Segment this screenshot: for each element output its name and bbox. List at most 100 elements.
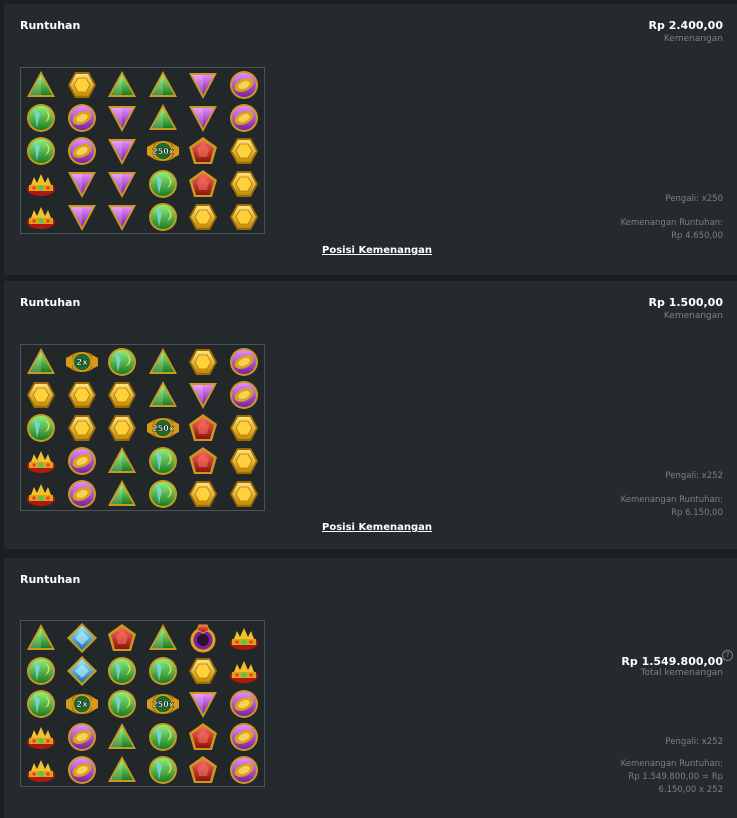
green-triangle-icon (21, 621, 62, 654)
winning-positions-link[interactable]: Posisi Kemenangan (322, 245, 432, 256)
red-pentagon-icon (183, 444, 224, 477)
cascade-win-label: Kemenangan Runtuhan: (620, 759, 723, 769)
gold-hexagon-icon (224, 444, 265, 477)
red-crown-icon (21, 200, 62, 233)
win-label: Kemenangan (663, 34, 723, 44)
red-pentagon-icon (183, 720, 224, 753)
cascade-win-value: Rp 6.150,00 (671, 508, 723, 518)
green-scarab-icon (143, 753, 184, 786)
purple-scarab-icon (224, 720, 265, 753)
multiplier-label: 250x (152, 700, 175, 709)
multiplier-label: 250x (152, 424, 175, 433)
symbol-grid: 250x (20, 67, 265, 234)
cascade-win-label: Kemenangan Runtuhan: (620, 218, 723, 228)
gold-hexagon-icon (102, 378, 143, 411)
cascade-panel-2: Runtuhan Rp 1.500,00 Kemenangan 2x 250x P… (4, 281, 737, 549)
purple-scarab-icon (62, 134, 103, 167)
purple-scarab-icon (62, 477, 103, 510)
green-scarab-icon (21, 101, 62, 134)
red-pentagon-icon (183, 134, 224, 167)
purple-scarab-icon (224, 68, 265, 101)
green-triangle-icon (102, 444, 143, 477)
green-triangle-icon (102, 720, 143, 753)
purple-scarab-icon (62, 101, 103, 134)
gold-hexagon-icon (183, 200, 224, 233)
purple-triangle-icon (102, 101, 143, 134)
purple-triangle-icon (62, 167, 103, 200)
green-scarab-icon (143, 444, 184, 477)
panel-title: Runtuhan (20, 19, 81, 32)
purple-triangle-icon (102, 134, 143, 167)
gold-hexagon-icon (224, 411, 265, 444)
green-scarab-icon (102, 345, 143, 378)
cascade-win-value: Rp 4.650,00 (671, 231, 723, 241)
green-scarab-icon (143, 167, 184, 200)
green-triangle-icon (102, 753, 143, 786)
purple-triangle-icon (183, 687, 224, 720)
green-scarab-icon (21, 134, 62, 167)
multiplier-250-icon: 250x (143, 687, 184, 720)
win-amount: Rp 2.400,00 (648, 19, 723, 32)
purple-scarab-icon (62, 720, 103, 753)
purple-scarab-icon (224, 101, 265, 134)
purple-scarab-icon (224, 687, 265, 720)
cascade-win-formula-cont: 6.150,00 x 252 (658, 785, 723, 795)
multiplier-2-icon: 2x (62, 687, 103, 720)
red-pentagon-icon (183, 167, 224, 200)
green-triangle-icon (143, 68, 184, 101)
cascade-win-formula: Rp 1.549.800,00 = Rp (628, 772, 723, 782)
green-triangle-icon (102, 68, 143, 101)
purple-triangle-icon (183, 68, 224, 101)
green-scarab-icon (21, 687, 62, 720)
multiplier-label: 2x (76, 700, 88, 710)
green-scarab-icon (143, 477, 184, 510)
purple-triangle-icon (183, 378, 224, 411)
panel-title: Runtuhan (20, 573, 81, 586)
green-scarab-icon (143, 200, 184, 233)
red-crown-icon (21, 477, 62, 510)
purple-scarab-icon (224, 378, 265, 411)
red-pentagon-icon (102, 621, 143, 654)
multiplier-text: Pengali: x252 (665, 471, 723, 481)
gold-hexagon-icon (21, 378, 62, 411)
green-triangle-icon (143, 345, 184, 378)
red-pentagon-icon (183, 753, 224, 786)
gold-hexagon-icon (224, 477, 265, 510)
green-scarab-icon (143, 720, 184, 753)
purple-scarab-icon (224, 345, 265, 378)
blue-diamond-icon (62, 654, 103, 687)
green-triangle-icon (21, 345, 62, 378)
red-crown-icon (21, 444, 62, 477)
green-scarab-icon (102, 687, 143, 720)
gold-hexagon-icon (224, 167, 265, 200)
cascade-panel-1: Runtuhan Rp 2.400,00 Kemenangan 250x Pen… (4, 4, 737, 275)
red-crown-icon (21, 167, 62, 200)
help-icon[interactable]: ? (722, 650, 733, 661)
red-ring-icon (183, 621, 224, 654)
purple-triangle-icon (183, 101, 224, 134)
winning-positions-link[interactable]: Posisi Kemenangan (322, 522, 432, 533)
gold-hexagon-icon (183, 654, 224, 687)
green-triangle-icon (143, 101, 184, 134)
win-label: Kemenangan (663, 311, 723, 321)
win-amount: Rp 1.500,00 (648, 296, 723, 309)
purple-triangle-icon (102, 167, 143, 200)
gold-hexagon-icon (183, 345, 224, 378)
gold-hexagon-icon (62, 68, 103, 101)
multiplier-text: Pengali: x252 (665, 737, 723, 747)
multiplier-label: 250x (152, 147, 175, 156)
purple-scarab-icon (62, 753, 103, 786)
red-pentagon-icon (183, 411, 224, 444)
green-scarab-icon (21, 411, 62, 444)
red-crown-icon (21, 753, 62, 786)
green-triangle-icon (102, 477, 143, 510)
green-scarab-icon (143, 654, 184, 687)
multiplier-label: 2x (76, 358, 88, 368)
multiplier-250-icon: 250x (143, 134, 184, 167)
total-win-label: Total kemenangan (640, 668, 723, 678)
cascade-panel-3: Runtuhan 2x 250x Rp 1.549.800,00 ? Total … (4, 558, 737, 818)
gold-hexagon-icon (224, 134, 265, 167)
red-crown-icon (224, 621, 265, 654)
gold-hexagon-icon (183, 477, 224, 510)
gold-hexagon-icon (62, 378, 103, 411)
